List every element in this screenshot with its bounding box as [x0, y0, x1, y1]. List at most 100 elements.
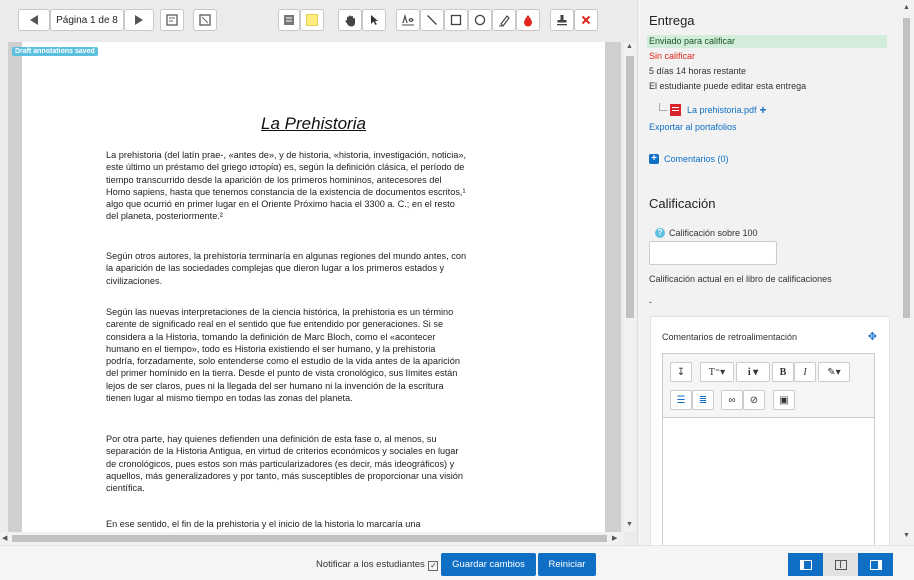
oval-tool-button[interactable]: [468, 9, 492, 31]
link-icon: ∞: [728, 394, 736, 406]
save-changes-button[interactable]: Guardar cambios: [441, 553, 536, 576]
bullet-list-button[interactable]: ☰: [670, 390, 692, 410]
scroll-left-icon[interactable]: ◀: [2, 534, 7, 542]
pen-tool-button[interactable]: [396, 9, 420, 31]
grade-input[interactable]: [649, 241, 777, 265]
numbered-list-button[interactable]: ≣: [692, 390, 714, 410]
link-button[interactable]: ∞: [721, 390, 743, 410]
highlight-tool-button[interactable]: [492, 9, 516, 31]
scroll-down-icon[interactable]: ▼: [626, 521, 633, 528]
action-bar: Notificar a los estudiantes ✓ Guardar ca…: [0, 545, 914, 580]
fullscreen-toggle-icon[interactable]: ✥: [868, 330, 877, 343]
layout-collapse-review-button[interactable]: [858, 553, 893, 576]
bullet-list-icon: ☰: [676, 394, 686, 406]
comment-icon: [284, 15, 294, 25]
scrollbar-thumb[interactable]: [12, 535, 607, 542]
italic-button[interactable]: I: [794, 362, 816, 382]
submission-heading: Entrega: [649, 13, 695, 28]
format-brush-button[interactable]: ✎▾: [818, 362, 850, 382]
text-style-icon: T⁼▾: [708, 366, 726, 378]
italic-icon: I: [803, 366, 807, 378]
export-portfolio-link[interactable]: Exportar al portafolios: [649, 122, 737, 132]
expand-icon: [199, 14, 211, 26]
grade-heading: Calificación: [649, 196, 716, 211]
paragraph-line: la aparición de las sociedades complejas…: [106, 263, 445, 274]
document-viewport[interactable]: La Prehistoria La prehistoria (del latín…: [8, 42, 621, 532]
pdf-toolbar: Página 1 de 8: [0, 0, 637, 42]
reset-button[interactable]: Reiniciar: [538, 553, 596, 576]
comment-search-icon: [166, 14, 178, 26]
next-page-button[interactable]: [124, 9, 154, 31]
layout-split-button[interactable]: [823, 553, 858, 576]
scrollbar-thumb[interactable]: [903, 18, 910, 318]
bold-button[interactable]: B: [772, 362, 794, 382]
highlighter-icon: [498, 14, 510, 27]
scroll-up-icon[interactable]: ▲: [626, 43, 633, 50]
font-info-button[interactable]: i ▾: [736, 362, 770, 382]
pdf-editor: Página 1 de 8 La Prehistoria La prehisto…: [0, 0, 637, 545]
current-grade-value: -: [649, 297, 652, 307]
comment-tool-button[interactable]: [278, 9, 300, 31]
stamp-icon: [557, 15, 567, 26]
arrow-right-icon: [135, 15, 143, 25]
comments-toggle[interactable]: + Comentarios (0): [649, 154, 729, 164]
page-selector[interactable]: Página 1 de 8: [50, 9, 124, 31]
pdf-page[interactable]: La Prehistoria La prehistoria (del latín…: [22, 42, 605, 532]
toolbar-toggle-icon: ↧: [676, 366, 686, 378]
paragraph-line: tiempo transcurrido desde la aparición d…: [106, 174, 442, 185]
delete-annotation-button[interactable]: [574, 9, 598, 31]
unlink-icon: ⊘: [749, 394, 759, 406]
search-comments-button[interactable]: [160, 9, 184, 31]
scroll-down-icon[interactable]: ▼: [903, 532, 910, 539]
yellow-swatch-icon: [306, 14, 318, 26]
rectangle-tool-button[interactable]: [444, 9, 468, 31]
pan-tool-button[interactable]: [338, 9, 362, 31]
brush-icon: ✎▾: [827, 366, 841, 378]
help-icon[interactable]: ?: [655, 228, 665, 238]
notify-checkbox[interactable]: ✓: [428, 561, 439, 571]
grading-panel: Entrega Enviado para calificar Sin calif…: [637, 0, 899, 545]
paragraph-5: En ese sentido, el fin de la prehistoria…: [106, 518, 531, 530]
document-vertical-scrollbar[interactable]: ▲ ▼: [624, 42, 636, 532]
layout-collapse-grade-button[interactable]: [788, 553, 823, 576]
document-horizontal-scrollbar[interactable]: ◀ ▶: [0, 532, 624, 545]
layout-switcher: [788, 553, 893, 576]
paragraph-line: humano en el tiempo», todo es Historia e…: [106, 343, 436, 354]
paragraph-3: Según las nuevas interpretaciones de la …: [106, 306, 531, 404]
scroll-right-icon[interactable]: ▶: [612, 534, 617, 542]
insert-image-button[interactable]: ▣: [773, 390, 795, 410]
notify-students[interactable]: Notificar a los estudiantes ✓: [316, 559, 439, 571]
paragraph-line: Según las nuevas interpretaciones de la …: [106, 307, 454, 317]
close-icon: [581, 15, 591, 25]
paragraph-line: este último un préstamo del griego ιστορ…: [106, 162, 465, 173]
comments-link[interactable]: Comentarios (0): [664, 154, 729, 164]
paragraph-style-button[interactable]: T⁼▾: [700, 362, 734, 382]
panel-left-icon: [799, 559, 812, 570]
scrollbar-thumb[interactable]: [626, 56, 634, 318]
rotate-page-button[interactable]: [193, 9, 217, 31]
paragraph-line: civilizaciones.: [106, 275, 163, 286]
unlink-button[interactable]: ⊘: [743, 390, 765, 410]
circle-icon: [474, 14, 486, 26]
feedback-section: Comentarios de retroalimentación ✥ ↧ T⁼▾…: [650, 316, 890, 545]
plus-icon[interactable]: +: [760, 103, 767, 117]
line-tool-button[interactable]: [420, 9, 444, 31]
tree-connector: [659, 103, 667, 111]
previous-page-button[interactable]: [18, 9, 50, 31]
document-title: La Prehistoria: [261, 114, 366, 133]
paragraph-4: Por otra parte, hay quienes defienden un…: [106, 433, 531, 494]
time-remaining: 5 días 14 horas restante: [649, 66, 747, 76]
paragraph-line: Por otra parte, hay quienes defienden un…: [106, 434, 437, 444]
grading-status: Sin calificar: [649, 51, 696, 61]
stamp-tool-button[interactable]: [550, 9, 574, 31]
file-link[interactable]: La prehistoria.pdf: [687, 105, 757, 115]
annotation-color-button[interactable]: [516, 9, 540, 31]
scroll-up-icon[interactable]: ▲: [903, 4, 910, 11]
panel-vertical-scrollbar[interactable]: ▲ ▼: [899, 0, 914, 545]
toolbar-toggle-button[interactable]: ↧: [670, 362, 692, 382]
paragraph-line: Según otros autores, la prehistoria term…: [106, 251, 467, 261]
select-tool-button[interactable]: [362, 9, 386, 31]
paragraph-line: lejos de ser claros, pues ni la llegada …: [106, 380, 444, 391]
comment-color-button[interactable]: [300, 9, 324, 31]
editor-toolbar: ↧ T⁼▾ i ▾ B I ✎▾ ☰ ≣ ∞ ⊘ ▣: [663, 354, 874, 418]
